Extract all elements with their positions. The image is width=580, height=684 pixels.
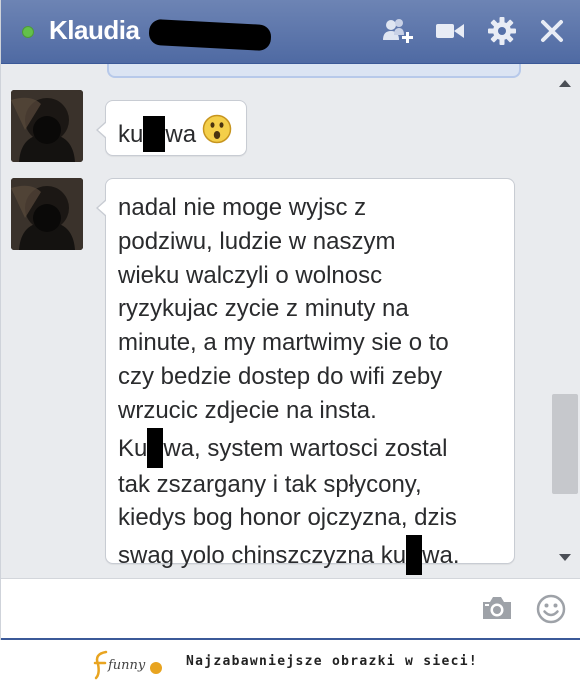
message-text-segment: wa <box>165 121 197 148</box>
surprised-face-emoji <box>202 114 232 144</box>
redaction-bar <box>143 116 166 152</box>
funny-site-logo[interactable]: funny <box>92 646 174 680</box>
message-line: kiedys bog honor ojczyzna, dzis <box>118 501 510 535</box>
add-friend-icon[interactable] <box>381 14 415 48</box>
message-text: nadal nie moge wyjsc z podziwu, ludzie w … <box>118 191 510 576</box>
message-line: ryzykujac zycie z minuty na <box>118 292 510 326</box>
message-line: wrzucic zdjecie na insta. <box>118 394 510 428</box>
contact-name[interactable]: Klaudia <box>49 15 140 46</box>
footer-tagline: Najzabawniejsze obrazki w sieci! <box>186 654 479 669</box>
message-bubble[interactable]: nadal nie moge wyjsc z podziwu, ludzie w … <box>96 178 515 576</box>
message-line: wieku walczyli o wolnosc <box>118 259 510 293</box>
close-icon[interactable] <box>535 14 569 48</box>
message-composer <box>1 578 580 640</box>
message-text: ku wa <box>118 116 196 152</box>
redaction-bar <box>147 427 164 468</box>
name-redaction <box>148 18 272 52</box>
message-text-segment: kiedys bog honor ojczyzna, dzis <box>118 504 457 532</box>
message-text-segment: tak zszargany i tak spłycony, <box>118 470 422 498</box>
message-text-segment: wieku walczyli o wolnosc <box>118 261 383 289</box>
contact-avatar[interactable] <box>11 178 83 250</box>
message-text-segment: swag yolo chinszczyzna ku <box>118 542 407 570</box>
message-text-segment: nadal nie moge wyjsc z <box>118 194 367 221</box>
contact-avatar[interactable] <box>11 90 83 162</box>
message-text-segment: ku <box>118 121 144 148</box>
previous-message-bubble <box>107 64 521 78</box>
scrollbar-thumb[interactable] <box>552 394 578 494</box>
settings-gear-icon[interactable] <box>485 14 519 48</box>
message-line: swag yolo chinszczyzna ku wa. <box>118 535 510 576</box>
camera-icon[interactable] <box>479 593 515 628</box>
message-scrollbar[interactable] <box>549 64 580 578</box>
message-line: minute, a my martwimy sie o to <box>118 326 510 360</box>
message-text-segment: Ku <box>118 434 148 462</box>
chat-title-bar[interactable]: Klaudia <box>1 0 580 64</box>
message-text-segment: wa, system wartosci zostal <box>163 434 448 462</box>
scroll-down-arrow-icon[interactable] <box>559 554 571 561</box>
scroll-up-arrow-icon[interactable] <box>559 80 571 87</box>
online-status-dot <box>22 26 34 38</box>
message-line: czy bedzie dostep do wifi zeby <box>118 360 510 394</box>
redaction-bar <box>406 535 423 576</box>
chat-window: Klaudia ku wa nadal nie moge wyjsc z pod… <box>0 0 580 640</box>
message-text-segment: podziwu, ludzie w naszym <box>118 227 396 255</box>
message-line: tak zszargany i tak spłycony, <box>118 468 510 502</box>
video-call-icon[interactable] <box>433 14 467 48</box>
site-footer: funny Najzabawniejsze obrazki w sieci! <box>0 640 580 684</box>
message-text-segment: wrzucic zdjecie na insta. <box>118 396 377 424</box>
message-text-segment: wa. <box>422 542 460 570</box>
message-line: Ku wa, system wartosci zostal <box>118 427 510 468</box>
emoji-icon[interactable] <box>535 593 567 630</box>
message-list[interactable]: ku wa nadal nie moge wyjsc z podziwu, ludz… <box>1 64 549 578</box>
message-line: podziwu, ludzie w naszym <box>118 225 510 259</box>
message-input[interactable] <box>9 587 469 631</box>
message-text-segment: czy bedzie dostep do wifi zeby <box>118 362 443 390</box>
message-line: nadal nie moge wyjsc z <box>118 191 510 225</box>
message-bubble[interactable]: ku wa <box>96 100 247 156</box>
logo-text: funny <box>107 658 146 673</box>
message-text-segment: minute, a my martwimy sie o to <box>118 329 449 357</box>
message-text-segment: ryzykujac zycie z minuty na <box>118 295 409 323</box>
